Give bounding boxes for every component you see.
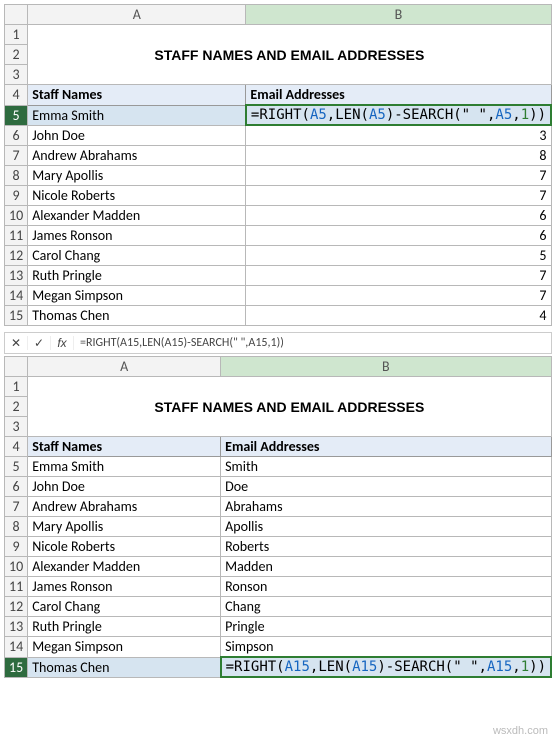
row-header[interactable]: 6 [5,125,28,146]
row-header[interactable]: 14 [5,286,28,306]
enter-icon[interactable]: ✓ [28,336,51,350]
row-header[interactable]: 7 [5,497,28,517]
cell[interactable]: Simpson [221,637,551,658]
cell[interactable]: Nicole Roberts [28,537,221,557]
cell[interactable]: Smith [221,457,551,477]
cell[interactable]: Megan Simpson [28,286,246,306]
header-staff-names[interactable]: Staff Names [28,437,221,457]
cell[interactable]: Ruth Pringle [28,266,246,286]
cell[interactable]: Andrew Abrahams [28,497,221,517]
cell[interactable]: Ronson [221,577,551,597]
cell[interactable]: 7 [246,186,551,206]
row-header[interactable]: 13 [5,266,28,286]
cell[interactable]: Ruth Pringle [28,617,221,637]
row-header[interactable]: 10 [5,557,28,577]
row-header[interactable]: 13 [5,617,28,637]
row-header[interactable]: 1 [5,377,28,397]
corner-cell[interactable] [5,357,28,377]
row-header[interactable]: 7 [5,146,28,166]
row-header[interactable]: 3 [5,417,28,437]
cell[interactable]: James Ronson [28,577,221,597]
cell[interactable]: Alexander Madden [28,206,246,226]
row-header[interactable]: 6 [5,477,28,497]
header-email[interactable]: Email Addresses [221,437,551,457]
row-header[interactable]: 4 [5,85,28,106]
cell-A15[interactable]: Thomas Chen [28,657,221,677]
cell[interactable]: Roberts [221,537,551,557]
cell[interactable]: Chang [221,597,551,617]
cell[interactable]: 3 [246,125,551,146]
watermark: wsxdh.com [493,725,548,737]
cell-B15-editing[interactable]: =RIGHT(A15,LEN(A15)-SEARCH(" ",A15,1)) [221,657,551,677]
row-header[interactable]: 12 [5,597,28,617]
cell[interactable]: Nicole Roberts [28,186,246,206]
cell[interactable]: Thomas Chen [28,306,246,326]
cell[interactable]: 6 [246,226,551,246]
row-header[interactable]: 12 [5,246,28,266]
cancel-icon[interactable]: ✕ [5,336,28,350]
cell[interactable]: James Ronson [28,226,246,246]
cell[interactable]: Alexander Madden [28,557,221,577]
cell[interactable]: 7 [246,166,551,186]
row-header[interactable]: 14 [5,637,28,658]
spreadsheet-2[interactable]: A B 1 STAFF NAMES AND EMAIL ADDRESSES 2 … [4,356,552,678]
cell[interactable]: John Doe [28,477,221,497]
cell[interactable]: 7 [246,286,551,306]
cell[interactable]: 4 [246,306,551,326]
corner-cell[interactable] [5,5,28,25]
cell[interactable]: Doe [221,477,551,497]
cell[interactable]: Apollis [221,517,551,537]
cell-A5[interactable]: Emma Smith [28,105,246,125]
row-header[interactable]: 8 [5,166,28,186]
cell[interactable]: Carol Chang [28,597,221,617]
cell[interactable]: Andrew Abrahams [28,146,246,166]
row-header[interactable]: 9 [5,186,28,206]
cell[interactable]: Pringle [221,617,551,637]
row-header[interactable]: 5 [5,457,28,477]
row-header[interactable]: 11 [5,226,28,246]
title-cell[interactable]: STAFF NAMES AND EMAIL ADDRESSES [28,25,551,85]
cell[interactable]: 5 [246,246,551,266]
cell[interactable]: Abrahams [221,497,551,517]
col-header-A[interactable]: A [28,5,246,25]
spreadsheet-1[interactable]: A B 1 STAFF NAMES AND EMAIL ADDRESSES 2 … [4,4,552,326]
row-header[interactable]: 4 [5,437,28,457]
cell[interactable]: Mary Apollis [28,166,246,186]
cell[interactable]: 7 [246,266,551,286]
row-header[interactable]: 3 [5,65,28,85]
cell[interactable]: John Doe [28,125,246,146]
row-header[interactable]: 10 [5,206,28,226]
fx-icon[interactable]: fx [51,336,74,350]
col-header-A[interactable]: A [28,357,221,377]
cell[interactable]: Emma Smith [28,457,221,477]
title-cell[interactable]: STAFF NAMES AND EMAIL ADDRESSES [28,377,551,437]
row-header[interactable]: 2 [5,397,28,417]
cell[interactable]: Megan Simpson [28,637,221,658]
cell[interactable]: Mary Apollis [28,517,221,537]
row-header[interactable]: 1 [5,25,28,45]
col-header-B[interactable]: B [221,357,551,377]
row-header[interactable]: 15 [5,657,28,677]
row-header[interactable]: 8 [5,517,28,537]
header-email[interactable]: Email Addresses [246,85,551,106]
cell[interactable]: Madden [221,557,551,577]
formula-bar: ✕ ✓ fx =RIGHT(A15,LEN(A15)-SEARCH(" ",A1… [4,332,552,354]
row-header[interactable]: 2 [5,45,28,65]
row-header[interactable]: 9 [5,537,28,557]
cell[interactable]: 8 [246,146,551,166]
formula-input[interactable]: =RIGHT(A15,LEN(A15)-SEARCH(" ",A15,1)) [74,336,290,350]
row-header[interactable]: 11 [5,577,28,597]
cell-B5-editing[interactable]: =RIGHT(A5,LEN(A5)-SEARCH(" ",A5,1)) [246,105,551,125]
col-header-B[interactable]: B [246,5,551,25]
cell[interactable]: Carol Chang [28,246,246,266]
cell[interactable]: 6 [246,206,551,226]
row-header[interactable]: 15 [5,306,28,326]
row-header[interactable]: 5 [5,105,28,125]
header-staff-names[interactable]: Staff Names [28,85,246,106]
